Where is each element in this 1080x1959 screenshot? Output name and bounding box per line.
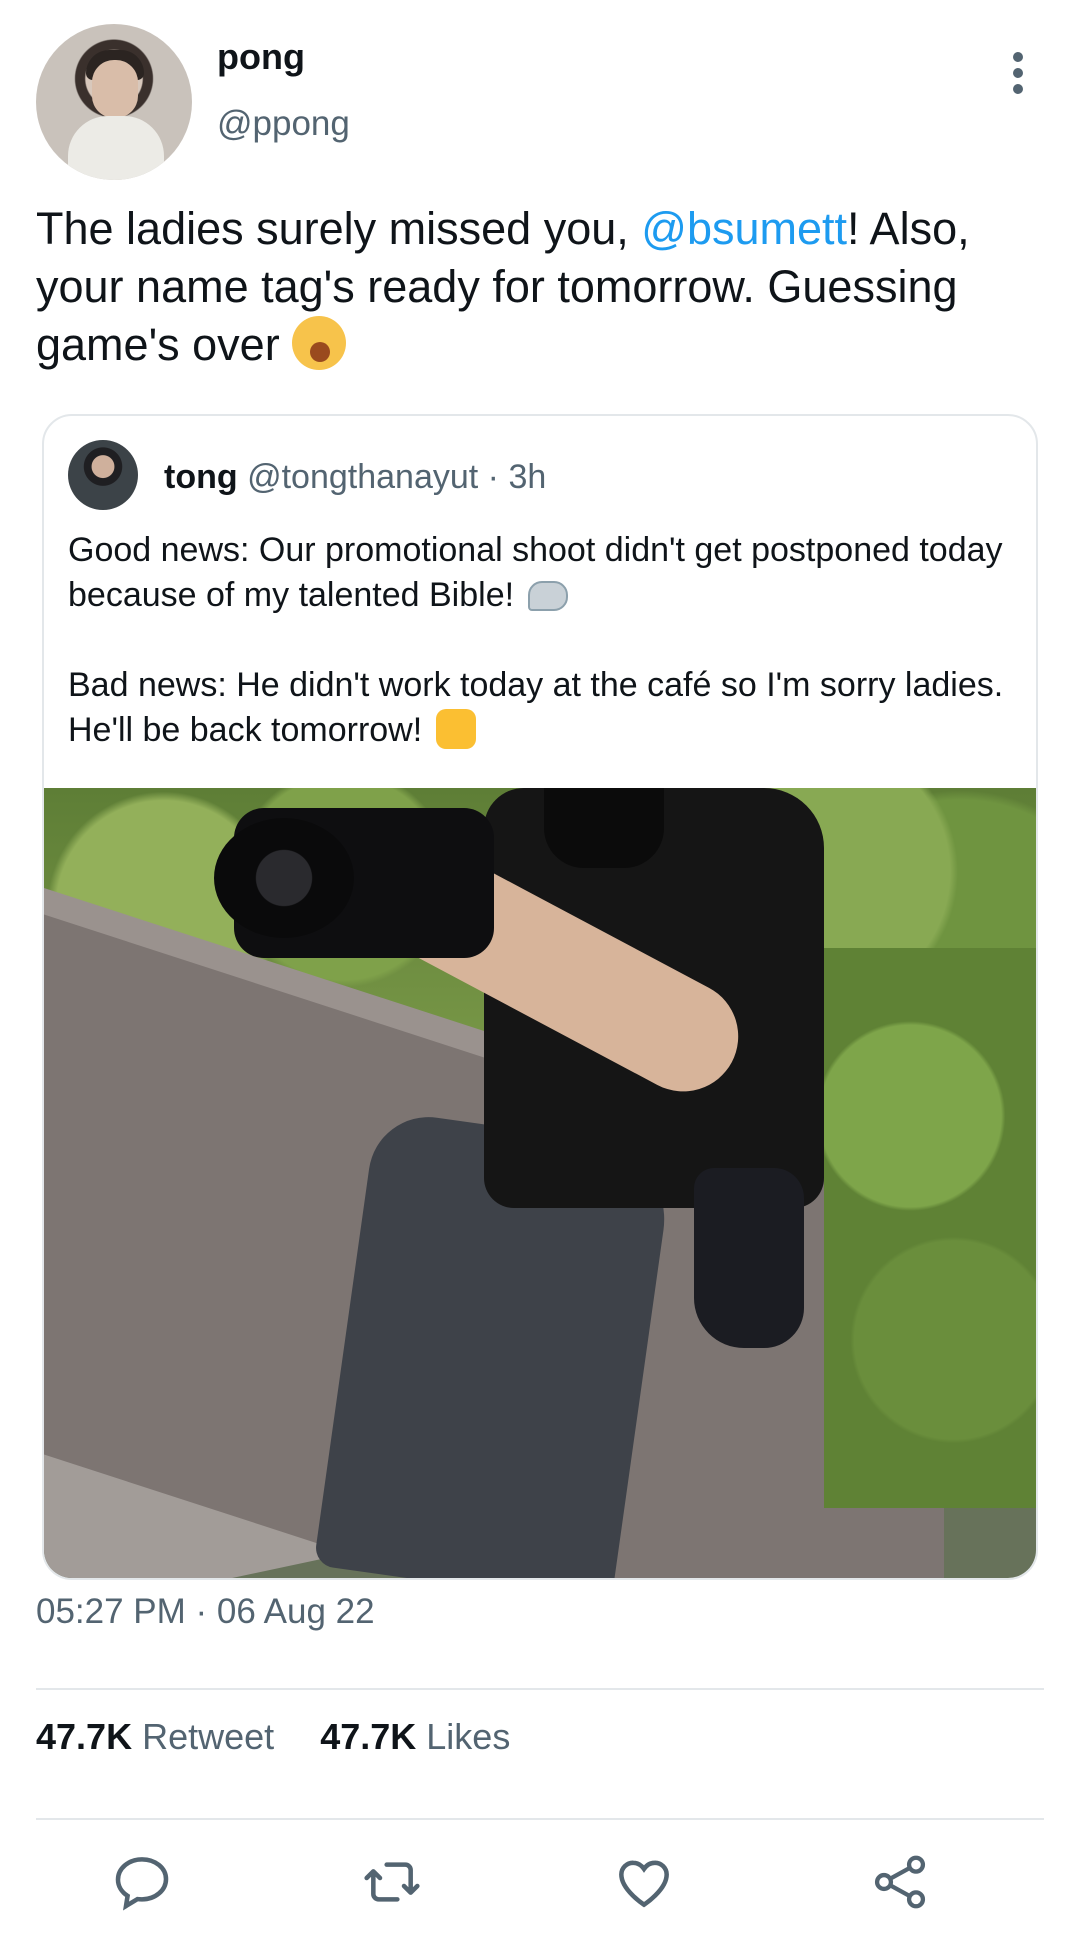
quoted-tweet-age: 3h (508, 458, 547, 496)
meta-separator: · (478, 458, 509, 496)
retweet-icon[interactable] (360, 1850, 424, 1914)
thumbs-up-emoji (435, 709, 476, 749)
quoted-tweet-photo[interactable] (44, 788, 1036, 1578)
quoted-paragraph-2: Bad news: He didn't work today at the ca… (68, 666, 1004, 749)
mechanical-arm-emoji (527, 581, 568, 611)
quoted-author-handle[interactable]: @tongthanayut (247, 458, 478, 496)
retweet-count[interactable]: 47.7K (36, 1716, 132, 1757)
quoted-author-avatar[interactable] (68, 440, 138, 510)
tweet-text: The ladies surely missed you, @bsumett! … (36, 200, 1046, 374)
like-icon[interactable] (612, 1850, 676, 1914)
likes-label[interactable]: Likes (426, 1716, 510, 1757)
retweet-label[interactable]: Retweet (142, 1716, 274, 1757)
tweet-stats: 47.7K Retweet 47.7K Likes (36, 1716, 546, 1758)
author-name[interactable]: pong (217, 36, 305, 78)
likes-count[interactable]: 47.7K (320, 1716, 416, 1757)
quoted-tweet-header: tong @tongthanayut · 3h (164, 458, 546, 497)
tweet-header: pong @ppong (36, 22, 1044, 182)
share-icon[interactable] (868, 1850, 932, 1914)
yawning-face-emoji (292, 316, 347, 370)
mention-link[interactable]: @bsumett (641, 203, 847, 254)
tweet-actions (0, 1850, 1080, 1940)
quoted-tweet-text: Good news: Our promotional shoot didn't … (68, 528, 1008, 798)
tweet-timestamp: 05:27 PM · 06 Aug 22 (36, 1592, 375, 1631)
reply-icon[interactable] (110, 1850, 174, 1914)
author-avatar[interactable] (36, 24, 192, 180)
divider (36, 1818, 1044, 1820)
divider (36, 1688, 1044, 1690)
author-handle[interactable]: @ppong (217, 104, 350, 144)
quoted-tweet[interactable]: tong @tongthanayut · 3h Good news: Our p… (42, 414, 1038, 1580)
tweet-text-before: The ladies surely missed you, (36, 203, 642, 254)
quoted-author-name[interactable]: tong (164, 458, 238, 496)
more-options-icon[interactable] (1008, 52, 1028, 102)
